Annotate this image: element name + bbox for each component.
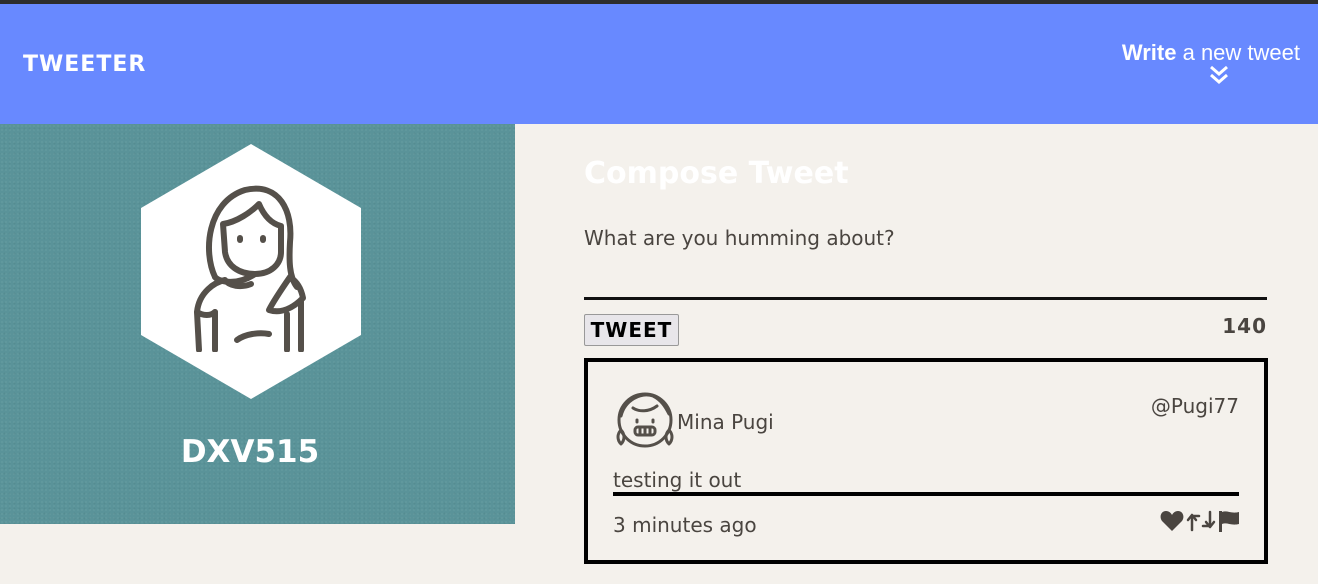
smiling-girl-avatar-icon <box>616 392 674 448</box>
navbar: TWEETER Write a new tweet <box>0 4 1318 124</box>
char-counter: 140 <box>1222 314 1267 338</box>
write-label-rest: a new tweet <box>1182 40 1300 65</box>
tweet-input[interactable] <box>584 220 1267 300</box>
tweet-timestamp: 3 minutes ago <box>613 513 757 537</box>
profile-panel: DXV515 <box>0 124 515 524</box>
tweet-actions <box>1160 510 1240 532</box>
compose-title: Compose Tweet <box>584 156 849 191</box>
flag-icon[interactable] <box>1218 510 1240 532</box>
profile-handle: DXV515 <box>180 434 320 470</box>
heart-icon[interactable] <box>1160 510 1184 532</box>
brand-logo[interactable]: TWEETER <box>23 52 146 77</box>
write-tweet-toggle[interactable]: Write a new tweet <box>1121 40 1300 84</box>
write-label-bold: Write <box>1121 40 1177 65</box>
retweet-icon[interactable] <box>1186 510 1216 532</box>
tweet-text: testing it out <box>613 468 742 492</box>
tweet-button[interactable]: TWEET <box>584 314 679 346</box>
double-chevron-down-icon[interactable] <box>1208 64 1230 86</box>
tweet-divider <box>613 492 1239 496</box>
girl-avatar-icon <box>194 185 306 352</box>
tweet-card: Mina Pugi @Pugi77 testing it out 3 minut… <box>584 358 1268 564</box>
tweet-username: @Pugi77 <box>1150 394 1239 418</box>
tweet-author-name: Mina Pugi <box>677 410 774 434</box>
